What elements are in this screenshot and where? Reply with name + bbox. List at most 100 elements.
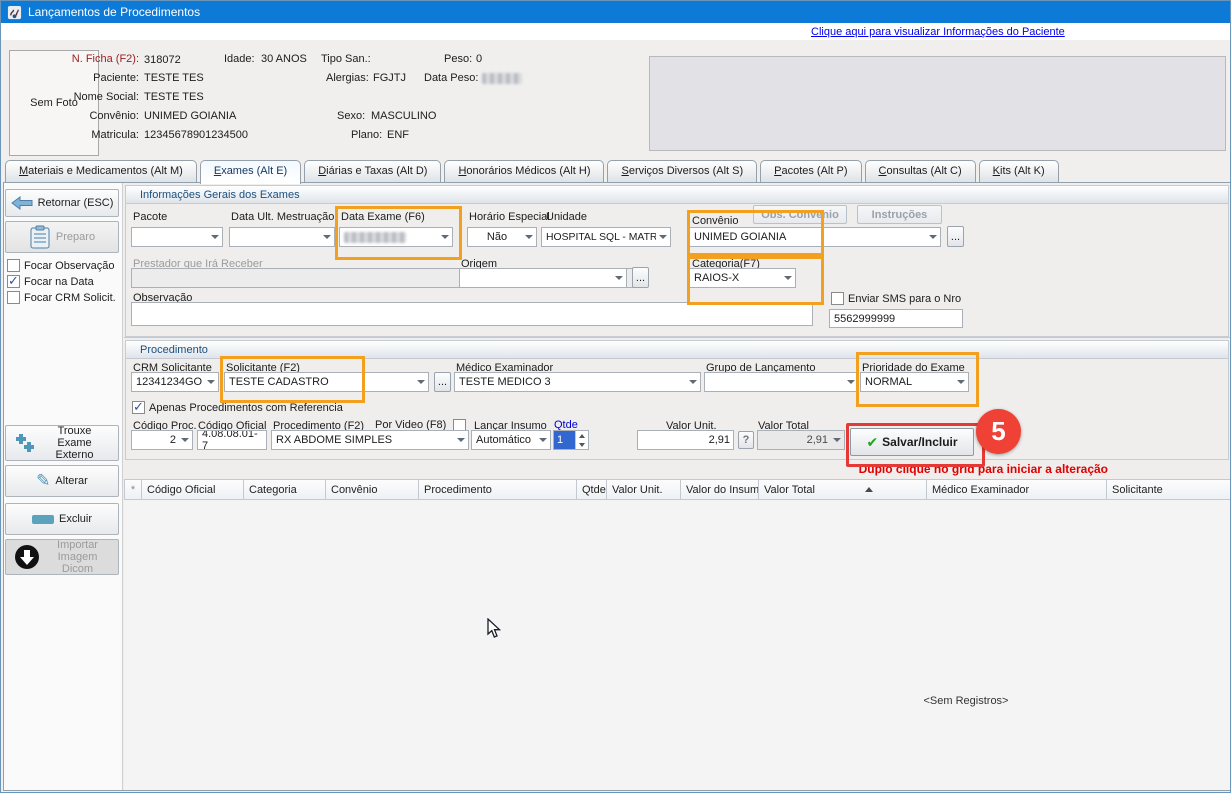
grid-col-qtde[interactable]: Qtde	[577, 479, 607, 500]
focar-crm-checkbox[interactable]	[7, 291, 20, 304]
medico-examinador-select[interactable]: TESTE MEDICO 3	[454, 372, 701, 392]
convenio-header-label: Convênio:	[21, 110, 139, 122]
origem-browse-button[interactable]: ...	[632, 267, 649, 288]
patient-info-link[interactable]: Clique aqui para visualizar Informações …	[811, 26, 1065, 38]
unidade-select[interactable]: HOSPITAL SQL - MATRIZ	[541, 227, 671, 247]
tab-consultas-alt-c[interactable]: Consultas (Alt C)	[865, 160, 976, 182]
tab-materiais-e-medicamentos-alt-m[interactable]: Materiais e Medicamentos (Alt M)	[5, 160, 197, 182]
grid-col-valor-total[interactable]: Valor Total	[759, 479, 927, 500]
double-plus-icon	[15, 434, 35, 452]
convenio-browse-button[interactable]: ...	[947, 226, 964, 247]
data-peso-label: Data Peso:	[424, 72, 478, 84]
excluir-button[interactable]: Excluir	[5, 503, 119, 535]
solicitante-select[interactable]: TESTE CADASTRO	[224, 372, 429, 392]
focar-na-data-checkbox[interactable]	[7, 275, 20, 288]
retornar-label: Retornar (ESC)	[38, 197, 114, 209]
minus-bar-icon	[32, 515, 54, 524]
matricula-value: 12345678901234500	[144, 129, 248, 141]
focar-na-data-row: Focar na Data	[7, 275, 94, 288]
tab-honorarios-medicos-alt-h[interactable]: Honorários Médicos (Alt H)	[444, 160, 604, 182]
apenas-referencia-checkbox[interactable]	[132, 401, 145, 414]
grid-row-indicator-column: *	[124, 479, 142, 500]
enviar-sms-checkbox[interactable]	[831, 292, 844, 305]
trouxe-exame-externo-button[interactable]: Trouxe Exame Externo	[5, 425, 119, 461]
importar-imagem-dicom-button[interactable]: Importar Imagem Dicom	[5, 539, 119, 575]
app-icon	[7, 5, 22, 20]
tab-pacotes-alt-p[interactable]: Pacotes (Alt P)	[760, 160, 861, 182]
pacote-select[interactable]	[131, 227, 223, 247]
grid-col-codigo-oficial[interactable]: Código Oficial	[142, 479, 244, 500]
tab-servicos-diversos-alt-s[interactable]: Serviços Diversos (Alt S)	[607, 160, 757, 182]
tipo-san-label: Tipo San.:	[321, 53, 371, 65]
observacao-input[interactable]	[131, 302, 813, 326]
grid-col-valor-do-insumo[interactable]: Valor do Insumo	[681, 479, 759, 500]
double-click-note: Duplo clique no grid para iniciar a alte…	[701, 462, 1108, 476]
apenas-referencia-label: Apenas Procedimentos com Referencia	[149, 402, 343, 414]
plano-value: ENF	[387, 129, 409, 141]
data-peso-redacted-value	[482, 73, 522, 84]
chevron-down-icon	[833, 438, 841, 442]
check-icon: ✔	[866, 434, 878, 451]
stepper-up-icon[interactable]	[579, 434, 585, 438]
tab-kits-alt-k[interactable]: Kits (Alt K)	[979, 160, 1059, 182]
instrucoes-button[interactable]: Instruções	[857, 205, 942, 224]
paciente-label: Paciente:	[21, 72, 139, 84]
retornar-button[interactable]: Retornar (ESC)	[5, 189, 119, 217]
grid-col-valor-unit[interactable]: Valor Unit.	[607, 479, 681, 500]
grid-col-solicitante[interactable]: Solicitante	[1107, 479, 1231, 500]
salvar-incluir-button[interactable]: ✔ Salvar/Incluir	[850, 428, 974, 456]
alterar-label: Alterar	[55, 475, 87, 487]
mouse-cursor	[487, 618, 501, 639]
procedimento-select[interactable]: RX ABDOME SIMPLES	[271, 430, 469, 450]
valor-unit-input[interactable]: 2,91	[637, 430, 734, 450]
data-exame-select[interactable]	[339, 227, 453, 247]
codigo-oficial-input[interactable]: 4.08.08.01-7	[197, 430, 267, 450]
solicitante-browse-button[interactable]: ...	[434, 372, 451, 392]
obs-convenio-button[interactable]: Obs. Convênio	[753, 205, 847, 224]
codigo-proc-select[interactable]: 2	[131, 430, 193, 450]
horario-especial-select[interactable]: Não	[467, 227, 537, 247]
pencil-icon: ✎	[36, 471, 50, 491]
excluir-label: Excluir	[59, 513, 92, 525]
chevron-down-icon	[539, 438, 547, 442]
focar-observacao-checkbox[interactable]	[7, 259, 20, 272]
preparo-button[interactable]: Preparo	[5, 221, 119, 253]
peso-value: 0	[476, 53, 482, 65]
tab-bar: Materiais e Medicamentos (Alt M)Exames (…	[5, 160, 1059, 182]
convenio-select[interactable]: UNIMED GOIANIA	[689, 227, 941, 247]
grupo-lancamento-select[interactable]	[704, 372, 859, 392]
chevron-down-icon	[323, 235, 331, 239]
grid-body[interactable]	[124, 500, 1231, 790]
grid-col-medico-examinador[interactable]: Médico Examinador	[927, 479, 1107, 500]
grid-col-procedimento[interactable]: Procedimento	[419, 479, 577, 500]
alterar-button[interactable]: ✎ Alterar	[5, 465, 119, 497]
importar-label: Importar Imagem Dicom	[45, 539, 111, 575]
tab-diarias-e-taxas-alt-d[interactable]: Diárias e Taxas (Alt D)	[304, 160, 441, 182]
qtde-stepper[interactable]: 1	[553, 430, 589, 450]
stepper-down-icon[interactable]	[579, 443, 585, 447]
origem-select[interactable]	[459, 268, 627, 288]
chevron-down-icon	[457, 438, 465, 442]
sms-number-input[interactable]: 5562999999	[829, 309, 963, 328]
data-ult-select[interactable]	[229, 227, 335, 247]
step-badge: 5	[976, 409, 1021, 454]
chevron-down-icon	[929, 235, 937, 239]
grid-col-categoria[interactable]: Categoria	[244, 479, 326, 500]
grid-col-convenio[interactable]: Convênio	[326, 479, 419, 500]
prioridade-select[interactable]: NORMAL	[860, 372, 969, 392]
plano-label: Plano:	[351, 129, 382, 141]
exames-section-title: Informações Gerais dos Exames	[126, 186, 1228, 204]
horario-especial-label: Horário Especial	[469, 211, 550, 223]
tab-exames-alt-e[interactable]: Exames (Alt E)	[200, 160, 301, 184]
idade-value: 30 ANOS	[261, 53, 307, 65]
ficha-label: N. Ficha (F2):	[21, 53, 139, 65]
chevron-down-icon	[615, 276, 623, 280]
crm-solicitante-select[interactable]: 12341234GO	[131, 372, 219, 392]
help-button[interactable]: ?	[738, 431, 754, 449]
stepper-buttons[interactable]	[575, 431, 588, 449]
focar-crm-label: Focar CRM Solicit.	[24, 292, 116, 304]
grid-empty-text: <Sem Registros>	[881, 695, 1051, 707]
lancar-insumo-select[interactable]: Automático	[471, 430, 551, 450]
trouxe-exame-externo-label: Trouxe Exame Externo	[40, 425, 110, 461]
categoria-select[interactable]: RAIOS-X	[689, 268, 796, 288]
